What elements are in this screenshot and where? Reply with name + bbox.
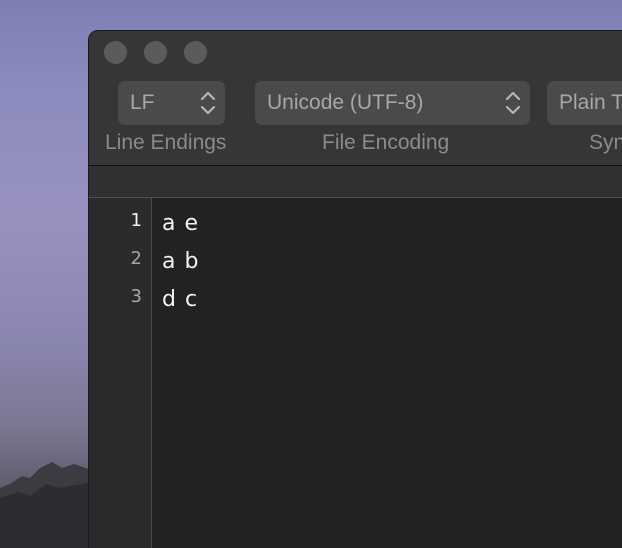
- text-editor[interactable]: 1 2 3 a e a b d c: [89, 198, 622, 548]
- line-endings-label: Line Endings: [105, 131, 227, 154]
- line-number: 3: [130, 286, 142, 307]
- up-down-chevron-icon: [200, 91, 216, 115]
- desktop-mountain: [0, 462, 92, 548]
- navigation-bar: [89, 166, 622, 198]
- syntax-popup[interactable]: Plain Text: [547, 81, 622, 125]
- up-down-chevron-icon: [505, 91, 521, 115]
- syntax-value: Plain Text: [559, 91, 622, 114]
- editor-window: LF Unicode (UTF-8) Plain Text Line Endin…: [88, 30, 622, 548]
- line-endings-popup[interactable]: LF: [118, 81, 225, 125]
- syntax-label: Syntax: [589, 131, 622, 154]
- zoom-window-button[interactable]: [184, 41, 207, 64]
- line-number: 1: [130, 210, 142, 231]
- line-endings-value: LF: [130, 91, 155, 114]
- line-number: 2: [130, 248, 142, 269]
- close-window-button[interactable]: [104, 41, 127, 64]
- minimize-window-button[interactable]: [144, 41, 167, 64]
- file-encoding-label: File Encoding: [322, 131, 450, 154]
- file-encoding-value: Unicode (UTF-8): [267, 91, 424, 114]
- line-number-gutter: 1 2 3: [89, 198, 152, 548]
- text-line[interactable]: a e: [162, 211, 199, 236]
- text-line[interactable]: d c: [162, 287, 198, 312]
- file-encoding-popup[interactable]: Unicode (UTF-8): [255, 81, 530, 125]
- text-line[interactable]: a b: [162, 249, 199, 274]
- window-titlebar: LF Unicode (UTF-8) Plain Text Line Endin…: [89, 31, 622, 166]
